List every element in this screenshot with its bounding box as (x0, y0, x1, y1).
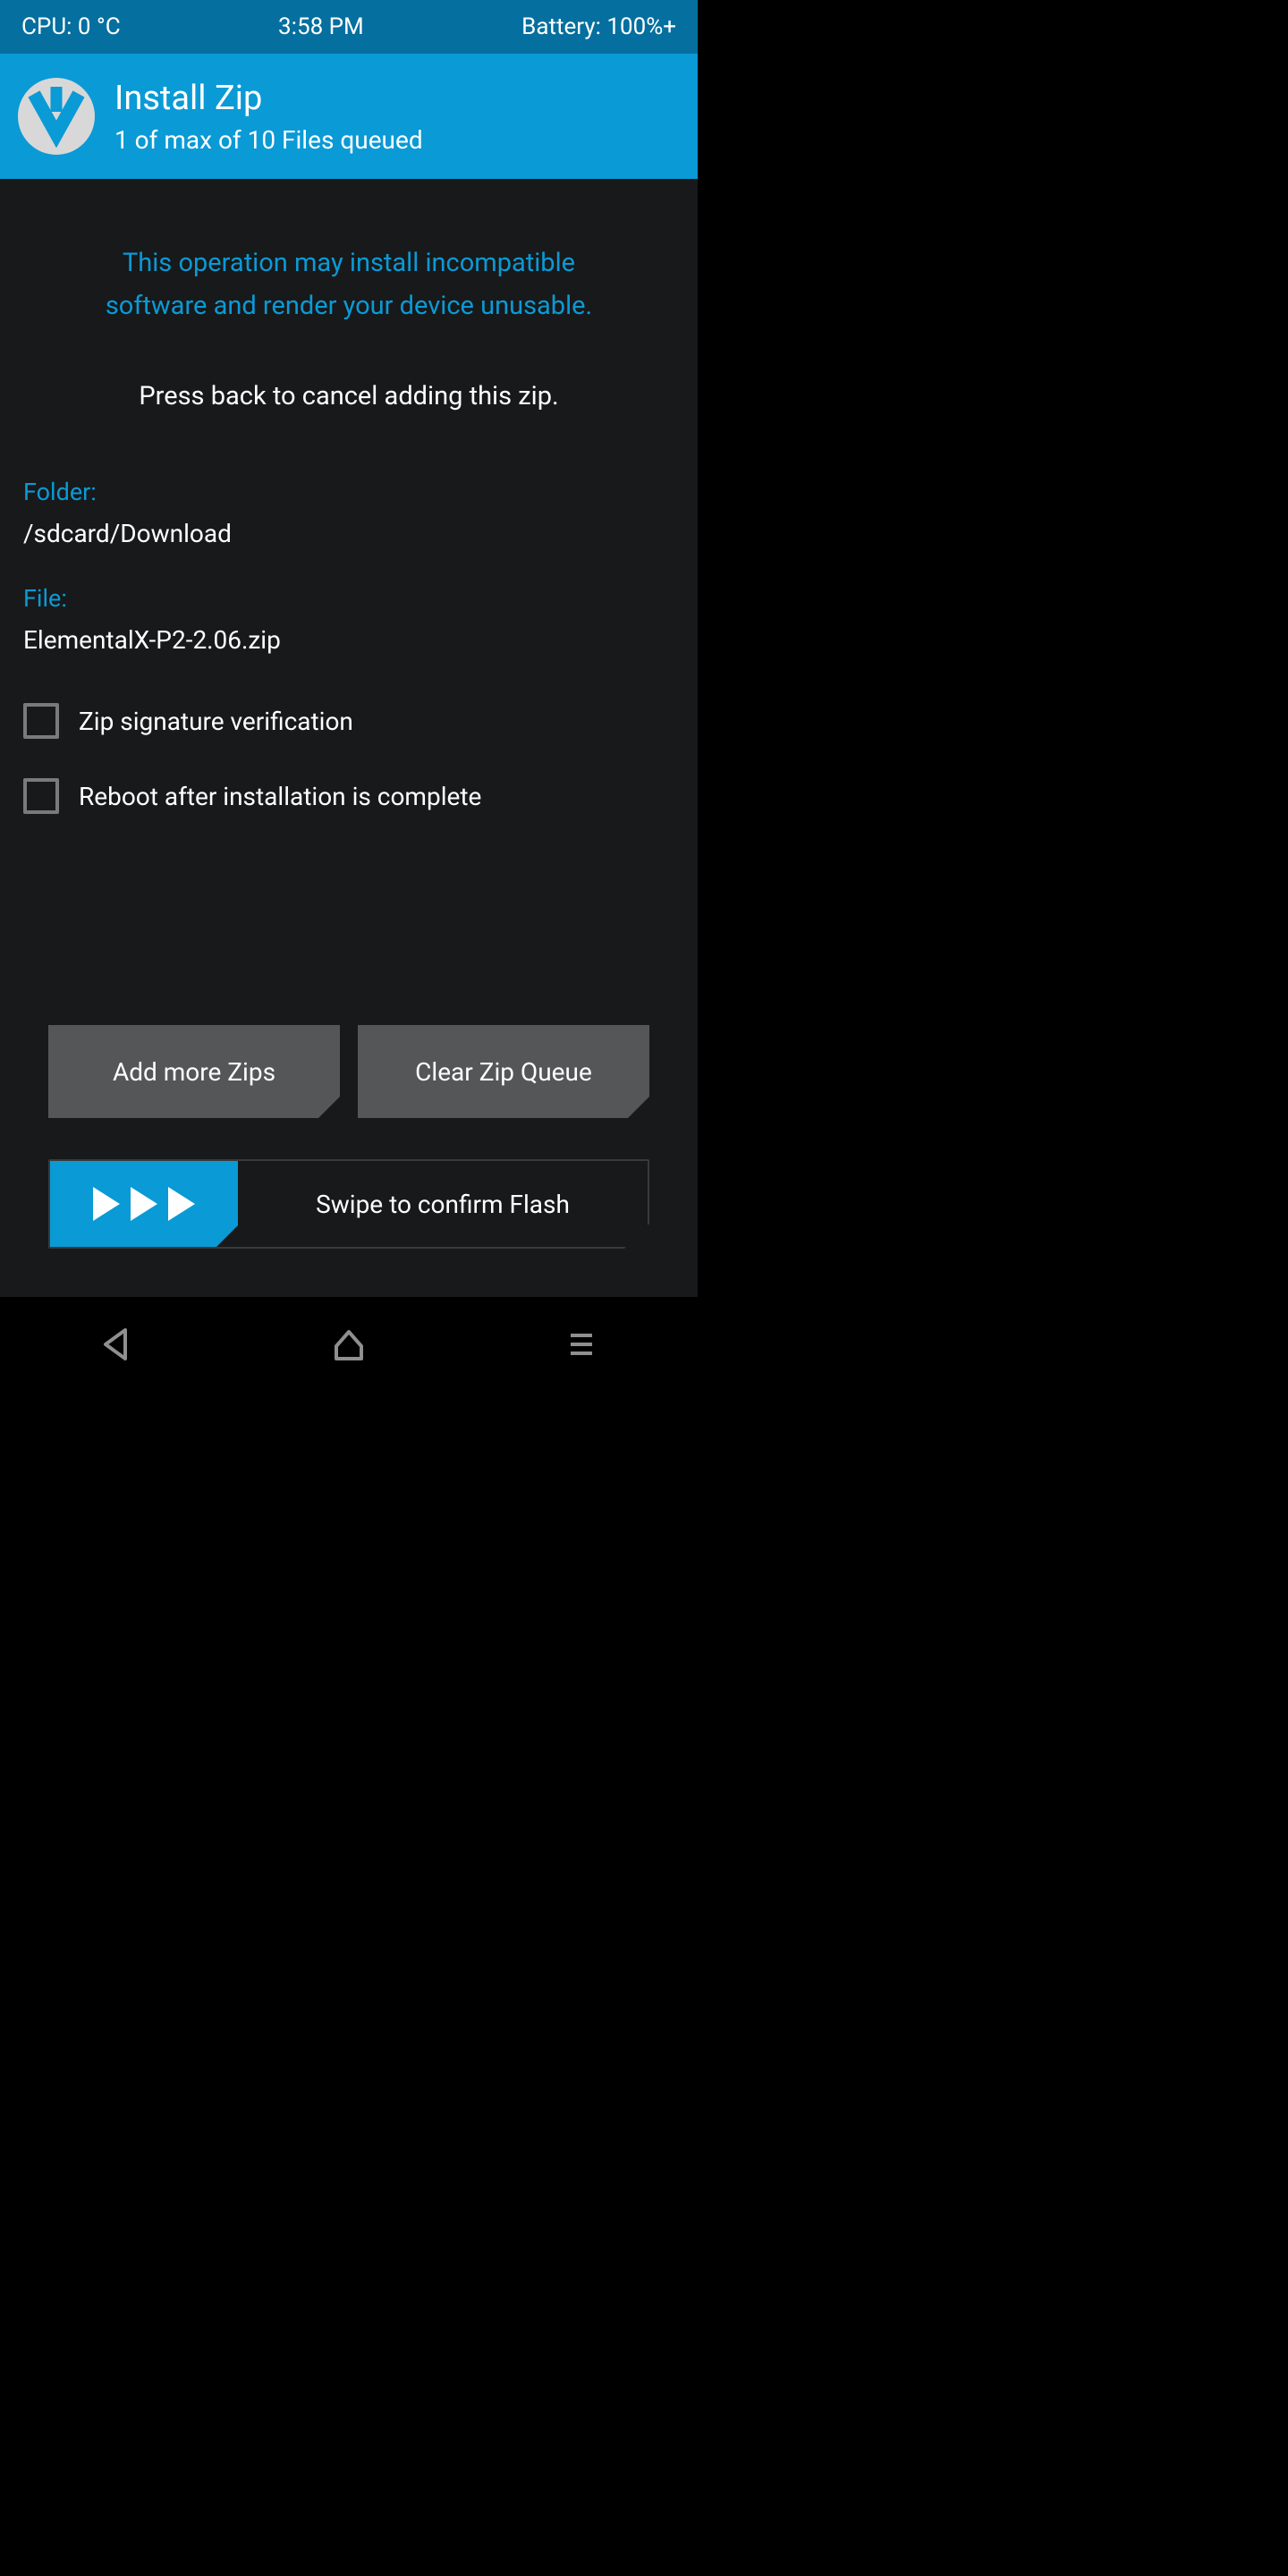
checkbox-icon[interactable] (23, 703, 59, 739)
status-cpu: CPU: 0 °C (21, 13, 121, 40)
page-subtitle: 1 of max of 10 Files queued (114, 125, 423, 155)
status-time: 3:58 PM (278, 13, 364, 40)
warning-line-2: software and render your device unusable… (106, 291, 592, 321)
reboot-after-label: Reboot after installation is complete (79, 782, 481, 811)
file-label: File: (23, 584, 674, 613)
zip-signature-checkbox-row[interactable]: Zip signature verification (23, 703, 674, 739)
add-more-zips-label: Add more Zips (113, 1057, 275, 1087)
menu-icon[interactable] (562, 1325, 601, 1368)
checkbox-icon[interactable] (23, 778, 59, 814)
back-icon[interactable] (97, 1325, 136, 1368)
android-navbar (0, 1297, 698, 1395)
swipe-to-confirm[interactable]: Swipe to confirm Flash (48, 1159, 649, 1249)
swipe-handle[interactable] (50, 1161, 238, 1247)
page-title: Install Zip (114, 79, 423, 118)
folder-value: /sdcard/Download (23, 519, 674, 548)
zip-signature-label: Zip signature verification (79, 707, 353, 736)
content-area: This operation may install incompatible … (0, 179, 698, 1297)
warning-text: This operation may install incompatible … (23, 179, 674, 327)
button-row: Add more Zips Clear Zip Queue (48, 1025, 649, 1118)
folder-label: Folder: (23, 478, 674, 506)
reboot-after-checkbox-row[interactable]: Reboot after installation is complete (23, 778, 674, 814)
press-back-text: Press back to cancel adding this zip. (23, 327, 674, 456)
clear-zip-queue-label: Clear Zip Queue (415, 1057, 592, 1087)
arrows-right-icon (86, 1182, 202, 1226)
add-more-zips-button[interactable]: Add more Zips (48, 1025, 340, 1118)
file-value: ElementalX-P2-2.06.zip (23, 625, 674, 655)
twrp-logo-icon (18, 78, 95, 155)
warning-line-1: This operation may install incompatible (123, 248, 575, 278)
swipe-label: Swipe to confirm Flash (238, 1190, 648, 1219)
home-icon[interactable] (329, 1325, 369, 1368)
app-header: Install Zip 1 of max of 10 Files queued (0, 54, 698, 179)
status-battery: Battery: 100%+ (521, 13, 676, 40)
clear-zip-queue-button[interactable]: Clear Zip Queue (358, 1025, 649, 1118)
status-bar: CPU: 0 °C 3:58 PM Battery: 100%+ (0, 0, 698, 54)
